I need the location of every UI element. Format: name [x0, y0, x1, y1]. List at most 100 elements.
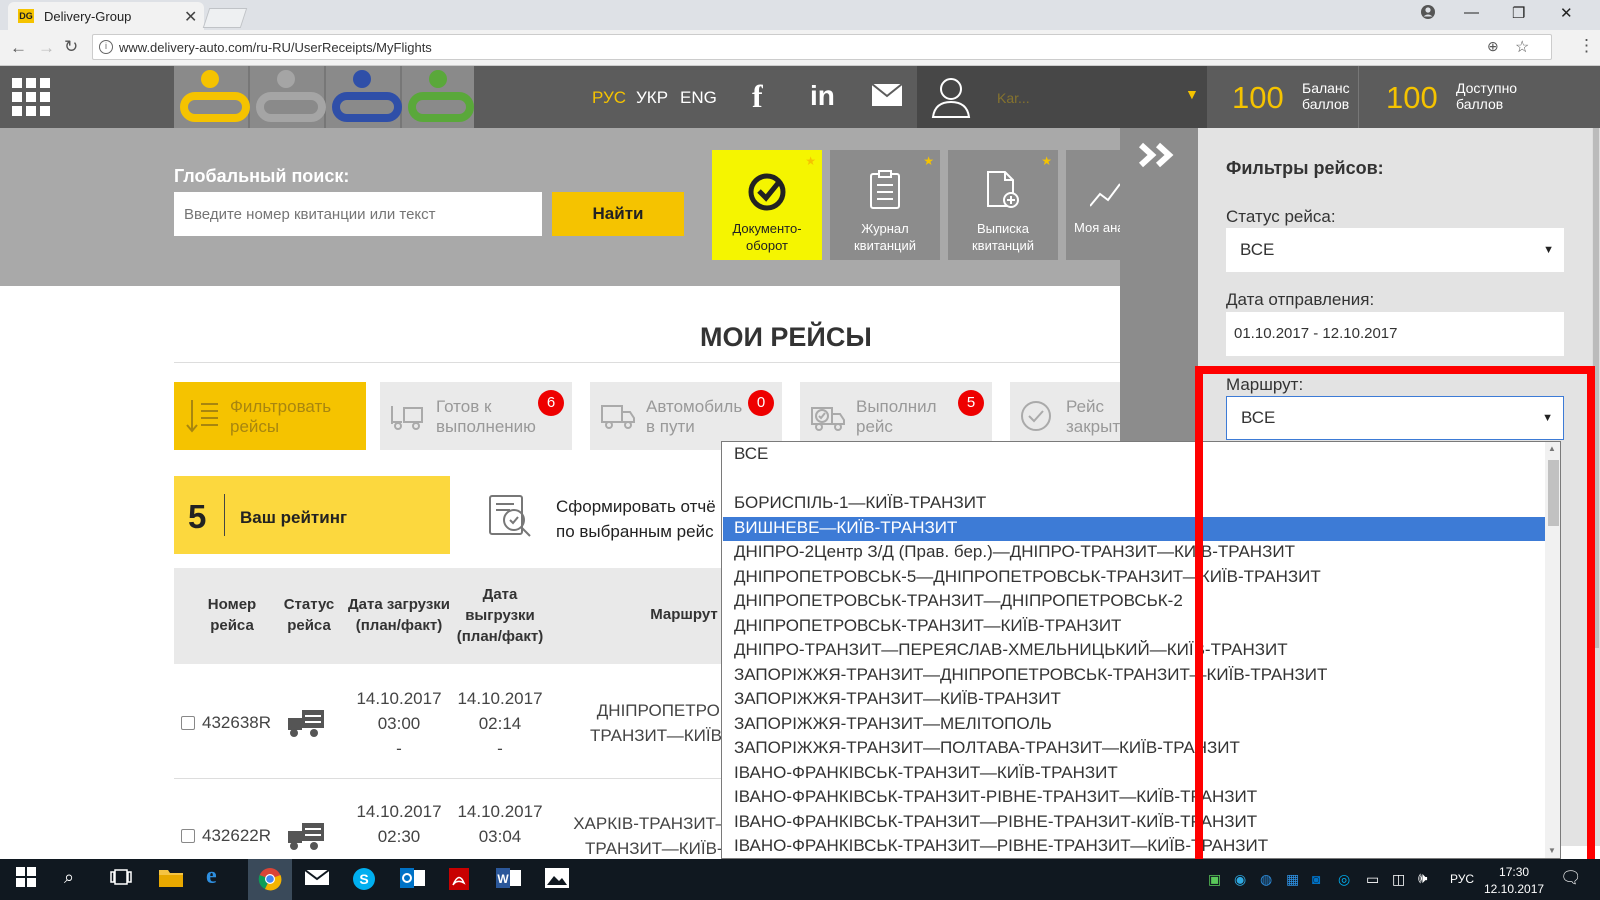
route-option[interactable]: ЗАПОРІЖЖЯ-ТРАНЗИТ—КИЇВ-ТРАНЗИТ — [734, 689, 1061, 709]
linkedin-icon[interactable]: in — [810, 80, 835, 112]
network-icon[interactable]: ◫ — [1392, 871, 1405, 888]
in-transit-status-button[interactable]: Автомобиль в пути 0 — [590, 382, 782, 450]
flight-number[interactable]: 432638R — [202, 710, 271, 735]
status-filter-select[interactable]: ВСЕ ▼ — [1226, 228, 1564, 272]
user-menu[interactable]: Kar... ▼ — [917, 66, 1207, 128]
tray-icon[interactable]: ◉ — [1234, 871, 1246, 888]
clock[interactable]: 17:30 12.10.2017 — [1484, 864, 1544, 898]
site-header: РУС УКР ENG f in Kar... ▼ 100 Баланс балл… — [0, 66, 1600, 128]
file-explorer-icon[interactable] — [158, 867, 184, 891]
outlook-icon[interactable] — [400, 867, 426, 891]
browser-tab[interactable]: DG Delivery-Group ✕ — [8, 2, 204, 30]
closed-status-button[interactable]: Рейс закрыт — [1010, 382, 1120, 450]
pdf-reader-icon[interactable] — [448, 867, 474, 891]
mail-icon[interactable] — [872, 84, 902, 106]
window-close-icon[interactable]: ✕ — [1560, 4, 1573, 22]
tab-close-icon[interactable]: ✕ — [184, 7, 197, 27]
task-view-icon[interactable] — [110, 867, 136, 891]
bookmark-star-icon[interactable]: ☆ — [1515, 37, 1529, 57]
row-checkbox[interactable] — [181, 716, 195, 730]
language-ru[interactable]: РУС — [592, 88, 626, 108]
route-option[interactable]: ДНІПРОПЕТРОВСЬК-ТРАНЗИТ—ДНІПРОПЕТРОВСЬК-… — [734, 591, 1183, 611]
column-header-unload-date[interactable]: Дата выгрузки (план/факт) — [450, 584, 550, 647]
zoom-icon[interactable]: ⊕ — [1487, 38, 1499, 55]
completed-status-button[interactable]: Выполнил рейс 5 — [800, 382, 992, 450]
available-value: 100 — [1386, 80, 1438, 115]
favorite-star-icon[interactable]: ★ — [805, 154, 816, 168]
favorite-star-icon[interactable]: ★ — [1041, 154, 1052, 168]
route-option[interactable]: ІВАНО-ФРАНКІВСЬК-ТРАНЗИТ—РІВНЕ-ТРАНЗИТ—К… — [734, 836, 1268, 856]
filter-flights-button[interactable]: Фильтровать рейсы — [174, 382, 366, 450]
search-button[interactable]: Найти — [552, 192, 684, 236]
route-option[interactable]: ЗАПОРІЖЖЯ-ТРАНЗИТ—МЕЛІТОПОЛЬ — [734, 714, 1052, 734]
route-option[interactable]: ВСЕ — [734, 444, 768, 464]
tray-icon[interactable]: ▦ — [1286, 871, 1299, 888]
route-option[interactable]: ІВАНО-ФРАНКІВСЬК-ТРАНЗИТ—КИЇВ-ТРАНЗИТ — [734, 763, 1118, 783]
tile-my-analytics[interactable]: Моя ана — [1066, 150, 1120, 260]
caret-down-icon: ▼ — [1543, 244, 1554, 256]
tray-icon[interactable]: ◙ — [1312, 871, 1320, 887]
internet-explorer-icon[interactable]: e — [206, 863, 232, 889]
input-language[interactable]: РУС — [1450, 872, 1474, 886]
truck-check-icon — [810, 400, 846, 432]
column-header-load-date[interactable]: Дата загрузки (план/факт) — [344, 594, 454, 636]
new-tab-button[interactable] — [202, 8, 248, 28]
header-divider — [1358, 66, 1359, 128]
status-filter-label: Статус рейса: — [1226, 207, 1336, 226]
site-logo[interactable] — [174, 66, 474, 128]
photos-icon[interactable] — [544, 867, 570, 891]
windows-start-icon[interactable] — [16, 867, 42, 891]
double-chevron-right-icon — [1138, 142, 1178, 168]
completed-count-badge: 5 — [958, 390, 984, 416]
back-icon[interactable]: ← — [10, 38, 27, 58]
language-uk[interactable]: УКР — [636, 88, 668, 108]
profile-icon[interactable] — [1420, 4, 1436, 20]
route-option[interactable]: ІВАНО-ФРАНКІВСЬК-ТРАНЗИТ-РІВНЕ-ТРАНЗИТ—К… — [734, 787, 1257, 807]
route-option[interactable]: ІВАНО-ФРАНКІВСЬК-ТРАНЗИТ—РІВНЕ-ТРАНЗИТ-К… — [734, 812, 1257, 832]
skype-icon[interactable]: S — [352, 867, 378, 891]
reload-icon[interactable]: ↻ — [64, 37, 78, 57]
report-icon[interactable] — [486, 490, 536, 538]
route-option[interactable]: ДНІПРОПЕТРОВСЬК-ТРАНЗИТ—КИЇВ-ТРАНЗИТ — [734, 616, 1121, 636]
menu-icon[interactable]: ⋮ — [1578, 36, 1595, 56]
language-en[interactable]: ENG — [680, 88, 717, 108]
tile-document-flow[interactable]: ★ Документо-оборот — [712, 150, 822, 260]
forward-icon[interactable]: → — [38, 38, 55, 58]
volume-icon[interactable]: 🕪 — [1418, 870, 1427, 887]
url-field[interactable]: i www.delivery-auto.com/ru-RU/UserReceip… — [92, 34, 1552, 60]
generate-report-link[interactable]: Сформировать отчё по выбранным рейс — [556, 494, 716, 544]
tile-receipts-journal[interactable]: ★ Журнал квитанций — [830, 150, 940, 260]
apps-grid-icon[interactable] — [12, 78, 50, 116]
word-icon[interactable]: W — [496, 867, 522, 891]
tray-icon[interactable]: ◎ — [1338, 871, 1350, 888]
column-header-status[interactable]: Статус рейса — [274, 594, 344, 636]
chrome-icon — [258, 867, 282, 891]
maximize-icon[interactable]: ❐ — [1512, 4, 1525, 22]
flight-number[interactable]: 432622R — [202, 823, 271, 848]
tray-icon[interactable]: ▣ — [1208, 871, 1221, 888]
route-option[interactable]: БОРИСПІЛЬ-1—КИЇВ-ТРАНЗИТ — [734, 493, 986, 513]
tray-icon[interactable]: ◍ — [1260, 871, 1272, 888]
global-search-input[interactable] — [174, 192, 542, 236]
user-dropdown-icon[interactable]: ▼ — [1185, 86, 1199, 102]
notifications-icon[interactable]: 🗨 — [1560, 868, 1582, 888]
tile-receipts-statement[interactable]: ★ Выписка квитанций — [948, 150, 1058, 260]
mail-app-icon[interactable] — [304, 867, 330, 891]
favorite-star-icon[interactable]: ★ — [923, 154, 934, 168]
minimize-icon[interactable]: — — [1464, 4, 1479, 21]
route-option-selected[interactable]: ВИШНЕВЕ—КИЇВ-ТРАНЗИТ — [734, 518, 957, 538]
battery-icon[interactable]: ▭ — [1366, 871, 1379, 888]
search-icon[interactable]: ⌕ — [64, 867, 90, 891]
date-range-input[interactable]: 01.10.2017 - 12.10.2017 — [1226, 312, 1564, 356]
row-checkbox[interactable] — [181, 829, 195, 843]
route-option[interactable]: ЗАПОРІЖЖЯ-ТРАНЗИТ—ПОЛТАВА-ТРАНЗИТ—КИЇВ-Т… — [734, 738, 1240, 758]
load-date-cell: 14.10.2017 03:00- — [356, 689, 442, 758]
info-icon[interactable]: i — [99, 40, 113, 54]
svg-text:S: S — [359, 871, 368, 887]
divider — [224, 494, 225, 536]
column-header-flight-number[interactable]: Номер рейса — [192, 594, 272, 636]
facebook-icon[interactable]: f — [752, 78, 763, 115]
balance-label: Баланс баллов — [1302, 80, 1350, 112]
ready-status-button[interactable]: Готов к выполнению 6 — [380, 382, 572, 450]
chrome-taskbar-button[interactable] — [248, 859, 292, 900]
